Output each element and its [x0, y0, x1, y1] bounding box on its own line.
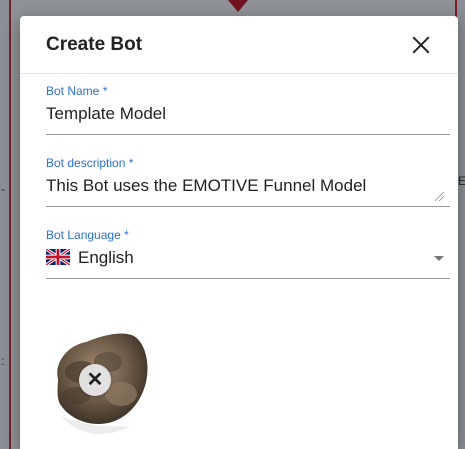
uk-flag-icon	[46, 249, 70, 265]
bot-description-text: This Bot uses the EMOTIVE Funnel Model	[46, 176, 367, 195]
dialog-header: Create Bot	[20, 16, 458, 74]
bot-language-label: Bot Language *	[46, 228, 129, 242]
remove-image-icon[interactable]: ✕	[79, 364, 111, 396]
bot-name-label: Bot Name *	[46, 84, 108, 98]
create-bot-dialog: Create Bot Bot Name * Template Model Bot…	[20, 16, 458, 449]
dialog-title: Create Bot	[46, 33, 143, 55]
background-text-left: -	[1, 182, 5, 196]
pointer-arrow-icon	[228, 0, 248, 12]
bot-name-field[interactable]: Bot Name * Template Model	[46, 84, 450, 135]
bot-description-field[interactable]: Bot description * This Bot uses the EMOT…	[46, 156, 450, 207]
bot-language-select[interactable]: English	[46, 242, 450, 279]
bot-language-field[interactable]: Bot Language * English	[46, 228, 450, 279]
background-text-right: E	[458, 174, 465, 188]
bot-description-label: Bot description *	[46, 156, 134, 170]
bot-language-value: English	[78, 248, 134, 267]
close-icon[interactable]	[410, 34, 432, 56]
chevron-down-icon[interactable]	[434, 256, 444, 261]
resize-handle-icon[interactable]	[435, 192, 444, 201]
bot-description-textarea[interactable]: This Bot uses the EMOTIVE Funnel Model	[46, 170, 450, 207]
background-text-left-2: :	[1, 354, 5, 368]
remove-image-symbol: ✕	[86, 369, 104, 391]
bot-name-input[interactable]: Template Model	[46, 98, 450, 135]
